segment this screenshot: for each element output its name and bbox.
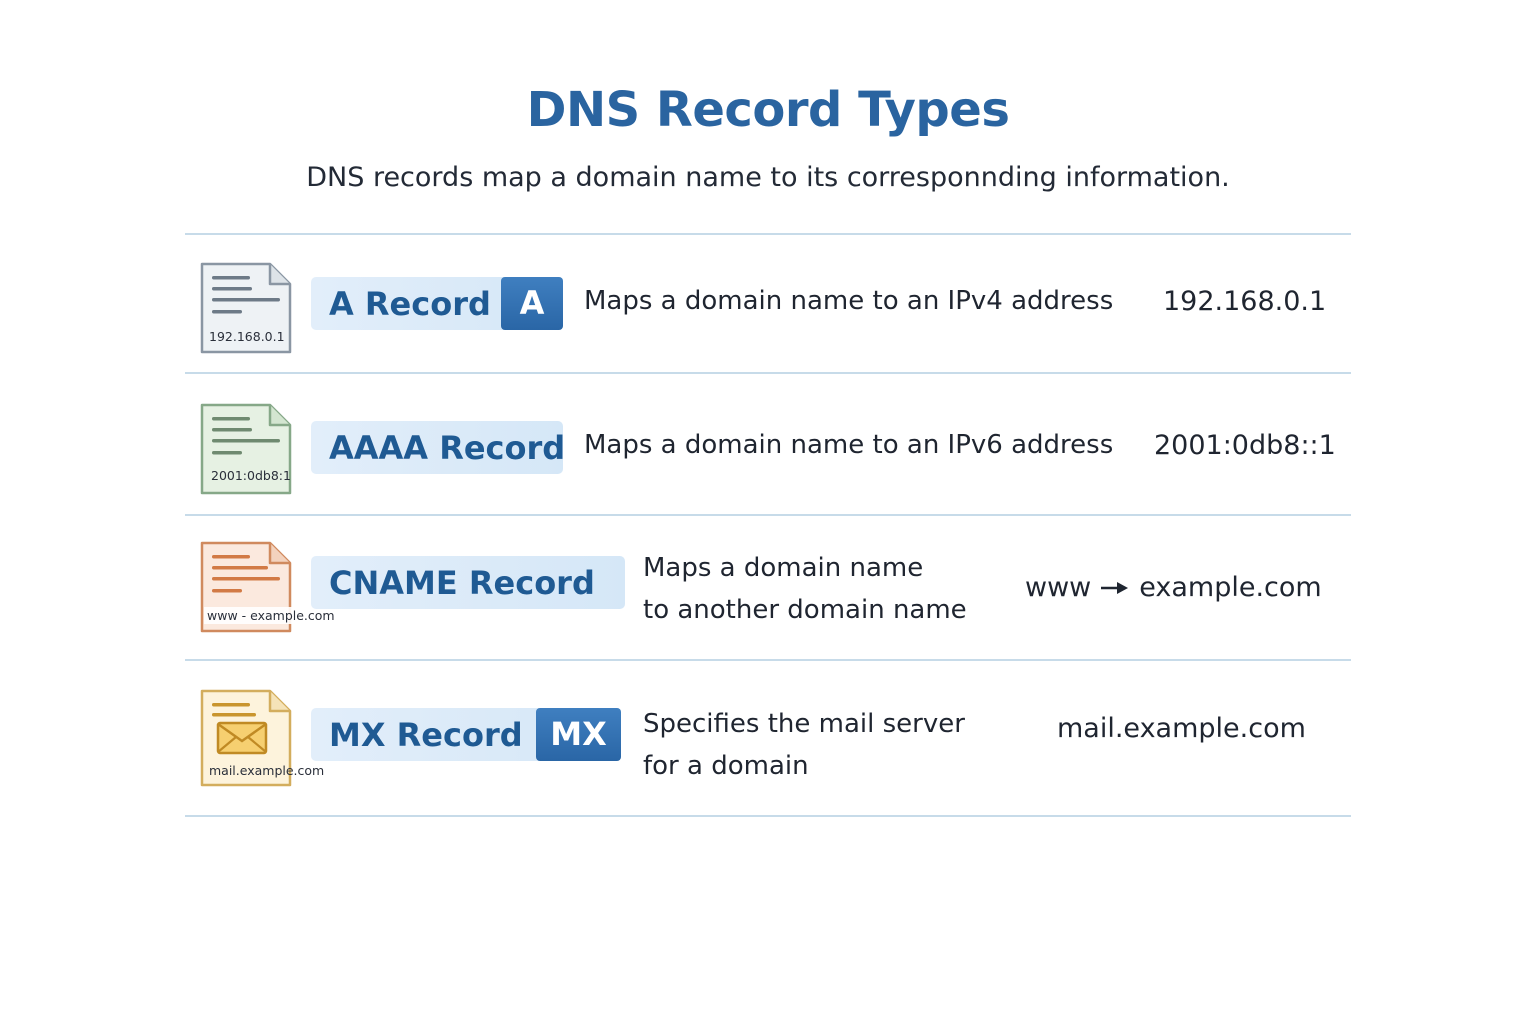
description-line: Maps a domain name to an IPv6 address [584, 430, 1114, 460]
record-description: Maps a domain name to an IPv4 address [584, 280, 1113, 322]
file-caption: mail.example.com [209, 763, 325, 778]
file-caption: 2001:0db8:1 [211, 468, 291, 483]
record-row-a: 192.168.0.1 A Record A Maps a domain nam… [185, 262, 1351, 372]
row-divider [185, 233, 1351, 235]
document-icon: www - example.com [200, 541, 338, 633]
row-divider [185, 659, 1351, 661]
cname-alias: www [1025, 572, 1092, 603]
description-line: for a domain [643, 751, 809, 781]
record-name: MX Record [329, 715, 523, 754]
record-label-pill: A Record A [311, 277, 563, 330]
record-example-value: www example.com [1025, 571, 1322, 606]
record-label-pill: AAAA Record [311, 421, 566, 474]
description-line: to another domain name [643, 595, 967, 625]
envelope-icon [216, 721, 268, 755]
record-example-value: 192.168.0.1 [1163, 286, 1327, 317]
row-divider [185, 514, 1351, 516]
record-row-cname: www - example.com CNAME Record Maps a do… [185, 541, 1351, 659]
right-arrow-icon [1101, 571, 1129, 602]
document-icon: mail.example.com [200, 689, 324, 787]
record-name: A Record [329, 284, 491, 323]
description-line: Specifies the mail server [643, 709, 965, 739]
row-divider [185, 815, 1351, 817]
record-description: Maps a domain name to an IPv6 address [584, 424, 1113, 466]
row-divider [185, 372, 1351, 374]
record-row-aaaa: 2001:0db8:1 AAAA Record Maps a domain na… [185, 403, 1351, 513]
record-description: Maps a domain name to another domain nam… [643, 547, 967, 631]
record-badge: A [501, 277, 563, 330]
record-badge: MX [536, 708, 621, 761]
file-caption: 192.168.0.1 [209, 329, 285, 344]
dns-record-types-diagram: DNS Record Types DNS records map a domai… [0, 0, 1536, 1024]
record-name: CNAME Record [329, 563, 595, 602]
page-subtitle: DNS records map a domain name to its cor… [306, 162, 1230, 193]
record-label-pill: CNAME Record [311, 556, 625, 609]
description-line: Maps a domain name to an IPv4 address [584, 286, 1114, 316]
record-example-value: mail.example.com [1057, 713, 1306, 744]
record-label-pill: MX Record MX [311, 708, 621, 761]
file-caption: www - example.com [204, 607, 338, 624]
record-row-mx: mail.example.com MX Record MX Specifies … [185, 689, 1351, 813]
document-icon: 2001:0db8:1 [200, 403, 292, 495]
record-description: Specifies the mail server for a domain [643, 703, 965, 787]
record-example-value: 2001:0db8::1 [1154, 430, 1336, 461]
document-icon: 192.168.0.1 [200, 262, 292, 354]
description-line: Maps a domain name [643, 553, 924, 583]
record-name: AAAA Record [329, 428, 566, 467]
page-title: DNS Record Types [526, 82, 1010, 138]
cname-target: example.com [1139, 572, 1322, 603]
